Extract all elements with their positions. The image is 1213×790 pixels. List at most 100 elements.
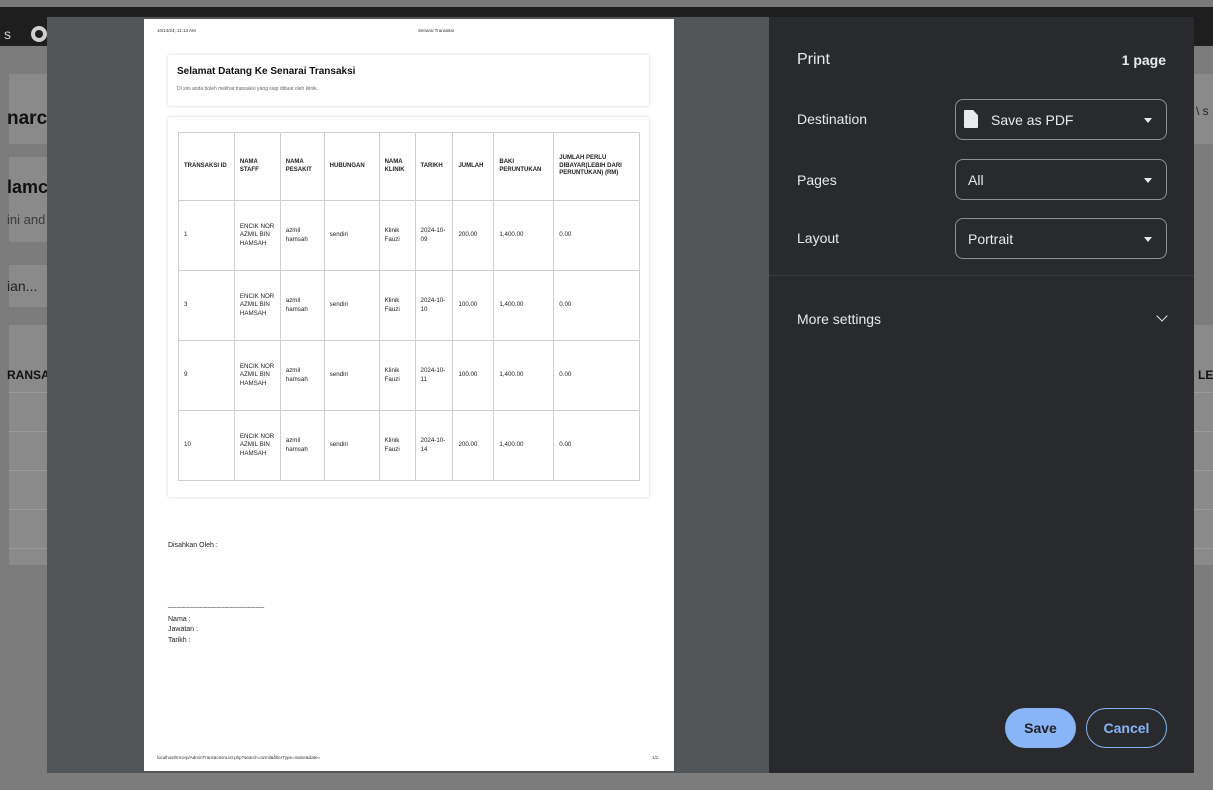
background-welcome-subtitle: ini and	[7, 212, 46, 227]
table-cell: 0.00	[553, 340, 640, 411]
table-cell: azmil hamsah	[279, 270, 325, 341]
table-cell: Klinik Fauzi	[378, 270, 416, 341]
panel-divider	[769, 275, 1194, 276]
date-label: Tarikh :	[168, 637, 191, 644]
preview-page: 10/14/24, 11:13 AM Senarai Transaksi Sel…	[144, 19, 674, 771]
table-cell: azmil hamsah	[279, 410, 325, 481]
print-preview-area[interactable]: 10/14/24, 11:13 AM Senarai Transaksi Sel…	[47, 17, 769, 773]
table-cell: sendiri	[323, 340, 380, 411]
table-cell: sendiri	[323, 200, 380, 271]
table-cell: 0.00	[553, 270, 640, 341]
table-cell: 1	[178, 200, 235, 271]
background-table-header-right: LEBI	[1198, 368, 1213, 382]
chevron-down-icon[interactable]	[1156, 310, 1168, 322]
table-cell: 100.00	[452, 270, 495, 341]
background-row-divider	[9, 548, 48, 549]
col-header: NAMA STAFF	[233, 132, 281, 201]
background-row-divider	[9, 431, 48, 432]
table-cell: 2024-10-11	[414, 340, 454, 411]
approved-by-label: Disahkan Oleh :	[168, 542, 218, 549]
background-row-divider	[9, 470, 48, 471]
table-row: 3 ENCIK NOR AZMIL BIN HAMSAH azmil hamsa…	[178, 270, 640, 341]
background-row-divider	[9, 509, 48, 510]
background-row-divider	[1194, 548, 1213, 549]
table-cell: 9	[178, 340, 235, 411]
destination-value: Save as PDF	[991, 112, 1074, 128]
caret-down-icon	[1144, 237, 1152, 242]
layout-label: Layout	[797, 230, 840, 246]
table-cell: 0.00	[553, 410, 640, 481]
table-cell: 200.00	[452, 410, 495, 481]
col-header: NAMA PESAKIT	[279, 132, 325, 201]
table-cell: 2024-10-09	[414, 200, 454, 271]
col-header: NAMA KLINIK	[378, 132, 416, 201]
table-cell: 1,400.00	[493, 340, 555, 411]
layout-value: Portrait	[968, 231, 1014, 247]
layout-select[interactable]: Portrait	[955, 218, 1167, 259]
print-title: Print	[797, 51, 830, 68]
table-cell: 1,400.00	[493, 200, 555, 271]
destination-label: Destination	[797, 111, 868, 127]
background-row-divider	[1194, 470, 1213, 471]
table-cell: 2024-10-14	[414, 410, 454, 481]
table-cell: azmil hamsah	[279, 200, 325, 271]
table-cell: 10	[178, 410, 235, 481]
table-row: 9 ENCIK NOR AZMIL BIN HAMSAH azmil hamsa…	[178, 340, 640, 411]
background-top-strip	[0, 0, 1213, 7]
table-cell: Klinik Fauzi	[378, 200, 416, 271]
table-cell: ENCIK NOR AZMIL BIN HAMSAH	[233, 410, 281, 481]
cancel-button[interactable]: Cancel	[1086, 708, 1167, 748]
background-right-table-card	[1194, 325, 1213, 565]
welcome-title: Selamat Datang Ke Senarai Transaksi	[177, 66, 356, 77]
document-icon	[964, 110, 978, 128]
background-row-divider	[1194, 509, 1213, 510]
pages-select[interactable]: All	[955, 159, 1167, 200]
background-row-divider	[9, 392, 48, 393]
table-cell: 1,400.00	[493, 410, 555, 481]
table-cell: Klinik Fauzi	[378, 410, 416, 481]
table-cell: Klinik Fauzi	[378, 340, 416, 411]
table-cell: 2024-10-10	[414, 270, 454, 341]
background-table-card	[9, 325, 48, 565]
background-page-title: narc	[7, 108, 48, 129]
table-cell: 200.00	[452, 200, 495, 271]
welcome-subtitle: Di sini anda boleh melihat transaksi yan…	[177, 86, 319, 92]
pages-value: All	[968, 172, 984, 188]
page-header-datetime: 10/14/24, 11:13 AM	[157, 28, 196, 33]
signature-line: ______________________	[168, 601, 265, 608]
table-cell: azmil hamsah	[279, 340, 325, 411]
caret-down-icon	[1144, 178, 1152, 183]
table-cell: ENCIK NOR AZMIL BIN HAMSAH	[233, 200, 281, 271]
pages-label: Pages	[797, 172, 837, 188]
table-cell: sendiri	[323, 410, 380, 481]
table-cell: 100.00	[452, 340, 495, 411]
background-right-text: \ s	[1196, 104, 1209, 118]
background-search-input[interactable]: ian...	[7, 278, 37, 294]
col-header: JUMLAH PERLU DIBAYAR(LEBIH DARI PERUNTUK…	[553, 132, 640, 201]
col-header: HUBUNGAN	[323, 132, 380, 201]
col-header: TRANSAKSI ID	[178, 132, 235, 201]
table-row: 1 ENCIK NOR AZMIL BIN HAMSAH azmil hamsa…	[178, 200, 640, 271]
background-table-header: RANSA	[7, 368, 50, 382]
print-settings-panel: Print 1 page Destination Save as PDF Pag…	[769, 17, 1194, 773]
table-cell: 3	[178, 270, 235, 341]
background-welcome-title: lamc	[7, 177, 49, 197]
page-count: 1 page	[1121, 52, 1166, 68]
more-settings-toggle[interactable]: More settings	[797, 311, 881, 327]
col-header: TARIKH	[414, 132, 454, 201]
table-cell: ENCIK NOR AZMIL BIN HAMSAH	[233, 270, 281, 341]
save-button[interactable]: Save	[1005, 708, 1076, 748]
col-header: BAKI PERUNTUKAN	[493, 132, 555, 201]
table-row: 10 ENCIK NOR AZMIL BIN HAMSAH azmil hams…	[178, 410, 640, 481]
table-cell: ENCIK NOR AZMIL BIN HAMSAH	[233, 340, 281, 411]
destination-select[interactable]: Save as PDF	[955, 99, 1167, 140]
page-footer-url: localhost/mcorp/AdminTransactionList.php…	[157, 755, 321, 760]
page-header-title: Senarai Transaksi	[418, 28, 455, 33]
transaction-table-card: TRANSAKSI ID NAMA STAFF NAMA PESAKIT HUB…	[168, 117, 649, 497]
globe-icon	[31, 26, 47, 42]
table-header-row: TRANSAKSI ID NAMA STAFF NAMA PESAKIT HUB…	[178, 132, 640, 201]
table-cell: 1,400.00	[493, 270, 555, 341]
page-footer-number: 1/1	[652, 755, 659, 760]
transaction-table: TRANSAKSI ID NAMA STAFF NAMA PESAKIT HUB…	[178, 132, 640, 481]
position-label: Jawatan :	[168, 626, 198, 633]
